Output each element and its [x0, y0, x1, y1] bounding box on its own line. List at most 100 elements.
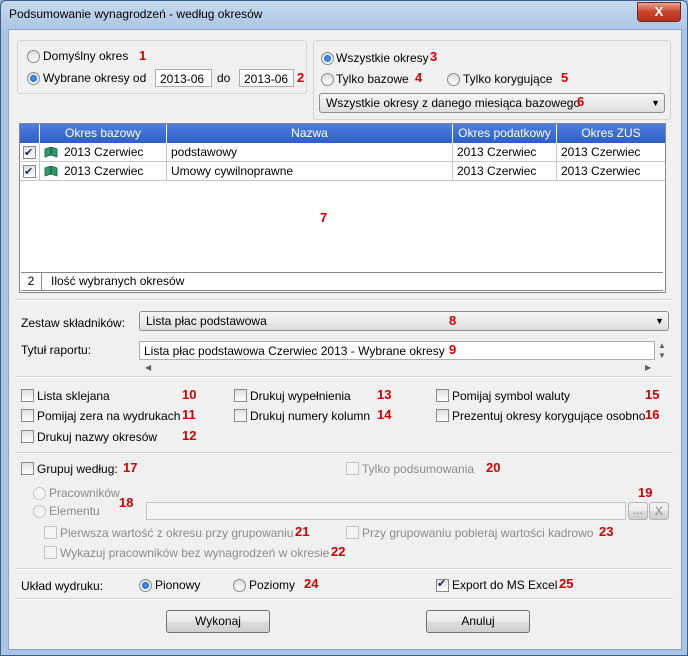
marker-14: 14 [377, 407, 392, 422]
divider [15, 568, 673, 570]
table-footer: 2 Ilość wybranych okresów [21, 272, 663, 291]
drukuj-wypelnienia-checkbox[interactable] [234, 389, 247, 402]
all-periods-radio[interactable] [321, 52, 334, 65]
title-bar: Podsumowanie wynagrodzeń - według okresó… [1, 1, 687, 27]
clear-button[interactable]: X [649, 502, 669, 520]
table-header-check [20, 124, 40, 143]
pomijaj-zera-label: Pomijaj zera na wydrukach [37, 409, 181, 423]
row-checkbox[interactable] [23, 144, 36, 163]
column-header-base[interactable]: Okres bazowy [40, 124, 167, 143]
marker-7: 7 [320, 210, 328, 225]
marker-5: 5 [561, 70, 569, 85]
divider [15, 598, 673, 600]
no-salary-checkbox[interactable] [44, 546, 57, 559]
row-checkbox[interactable] [23, 163, 36, 182]
marker-13: 13 [377, 387, 392, 402]
marker-22: 22 [331, 544, 346, 559]
base-only-label: Tylko bazowe [336, 72, 409, 86]
landscape-radio[interactable] [233, 579, 246, 592]
window-title: Podsumowanie wynagrodzeń - według okresó… [9, 7, 263, 21]
group-element-radio[interactable] [33, 505, 46, 518]
prezentuj-okresy-checkbox[interactable] [436, 409, 449, 422]
column-header-name[interactable]: Nazwa [167, 124, 453, 143]
print-layout-label: Układ wydruku: [21, 579, 104, 593]
corrective-only-radio[interactable] [447, 73, 460, 86]
first-value-label: Pierwsza wartość z okresu przy grupowani… [60, 526, 294, 540]
portrait-radio[interactable] [139, 579, 152, 592]
summary-only-checkbox[interactable] [346, 462, 359, 475]
row-name-cell: Umowy cywilnoprawne [167, 162, 453, 181]
drukuj-numery-label: Drukuj numery kolumn [250, 409, 371, 423]
group-element-label: Elementu [49, 504, 100, 518]
row-name-cell: podstawowy [167, 143, 453, 162]
default-period-label: Domyślny okres [43, 49, 129, 63]
marker-12: 12 [182, 428, 197, 443]
selected-period-label: Wybrane okresy od [43, 71, 147, 85]
excel-export-checkbox[interactable] [436, 577, 449, 592]
close-button[interactable]: X [637, 2, 681, 22]
base-only-radio[interactable] [321, 73, 334, 86]
marker-6: 6 [577, 94, 585, 109]
scroll-up-icon[interactable]: ▲ [658, 341, 666, 350]
chevron-down-icon: ▼ [651, 98, 660, 108]
row-base-value: 2013 Czerwiec [64, 164, 144, 178]
row-check-cell [20, 143, 40, 163]
components-combo[interactable]: Lista płac podstawowa ▼ [139, 311, 669, 331]
marker-21: 21 [295, 524, 310, 539]
run-button[interactable]: Wykonaj [166, 610, 270, 633]
all-periods-label: Wszystkie okresy [336, 51, 429, 65]
dialog-window: Podsumowanie wynagrodzeń - według okresó… [0, 0, 688, 656]
row-check-cell [20, 162, 40, 182]
group-employees-radio[interactable] [33, 487, 46, 500]
marker-16: 16 [645, 407, 660, 422]
pomijaj-symbol-checkbox[interactable] [436, 389, 449, 402]
row-zus-cell: 2013 Czerwiec [557, 162, 665, 181]
marker-1: 1 [139, 48, 147, 63]
period-scope-combo[interactable]: Wszystkie okresy z danego miesiąca bazow… [319, 93, 665, 113]
portrait-label: Pionowy [155, 578, 201, 592]
first-value-checkbox[interactable] [44, 526, 57, 539]
marker-15: 15 [645, 387, 660, 402]
report-title-field[interactable]: Lista płac podstawowa Czerwiec 2013 - Wy… [139, 341, 655, 360]
scroll-left-icon[interactable]: ◀ [145, 363, 151, 372]
marker-23: 23 [599, 524, 614, 539]
components-label: Zestaw składników: [21, 316, 126, 330]
default-period-radio[interactable] [27, 50, 40, 63]
landscape-label: Poziomy [249, 578, 296, 592]
column-header-zus[interactable]: Okres ZUS [557, 124, 665, 143]
lista-sklejana-checkbox[interactable] [21, 389, 34, 402]
marker-18: 18 [119, 495, 134, 510]
row-zus-cell: 2013 Czerwiec [557, 143, 665, 162]
period-scope-value: Wszystkie okresy z danego miesiąca bazow… [326, 96, 581, 110]
components-value: Lista płac podstawowa [146, 314, 267, 328]
marker-3: 3 [430, 49, 438, 64]
marker-24: 24 [304, 576, 319, 591]
browse-button[interactable]: ... [628, 502, 648, 520]
report-title-label: Tytuł raportu: [21, 343, 92, 357]
divider [15, 299, 673, 301]
marker-17: 17 [123, 460, 138, 475]
period-from-field[interactable]: 2013-06 [155, 69, 212, 87]
pomijaj-zera-checkbox[interactable] [21, 409, 34, 422]
group-by-checkbox[interactable] [21, 462, 34, 475]
scroll-right-icon[interactable]: ▶ [645, 363, 651, 372]
divider [15, 376, 673, 378]
drukuj-numery-checkbox[interactable] [234, 409, 247, 422]
selected-period-radio[interactable] [27, 72, 40, 85]
marker-4: 4 [415, 70, 423, 85]
period-to-field[interactable]: 2013-06 [239, 69, 294, 87]
periods-table: Okres bazowy Nazwa Okres podatkowy Okres… [19, 123, 666, 293]
element-field[interactable] [146, 502, 626, 520]
prezentuj-okresy-label: Prezentuj okresy korygujące osobno [452, 409, 646, 423]
chevron-down-icon: ▼ [655, 316, 664, 326]
hr-values-label: Przy grupowaniu pobieraj wartości kadrow… [362, 526, 594, 540]
corrective-only-label: Tylko korygujące [463, 72, 553, 86]
hr-values-checkbox[interactable] [346, 526, 359, 539]
column-header-tax[interactable]: Okres podatkowy [453, 124, 557, 143]
excel-export-label: Export do MS Excel [452, 578, 558, 592]
cancel-button[interactable]: Anuluj [426, 610, 530, 633]
scroll-down-icon[interactable]: ▼ [658, 351, 666, 360]
drukuj-nazwy-checkbox[interactable] [21, 430, 34, 443]
group-by-label: Grupuj według: [37, 462, 118, 476]
row-base-cell: 2013 Czerwiec [40, 143, 167, 162]
